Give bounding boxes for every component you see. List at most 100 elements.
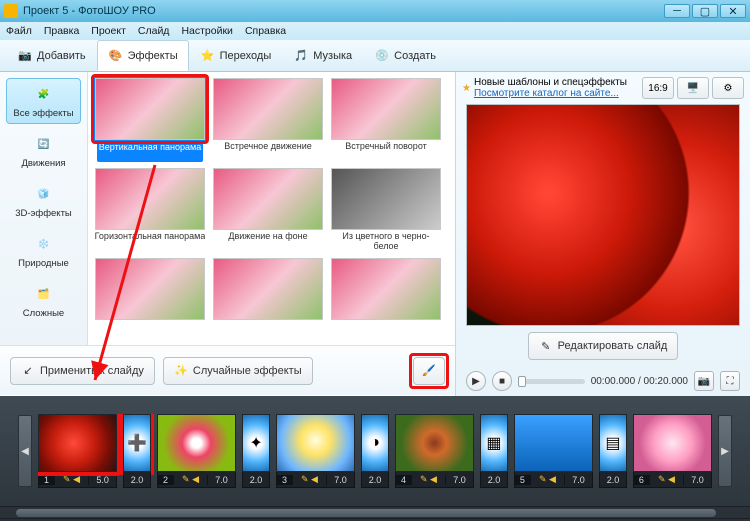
tab-create[interactable]: 💿Создать bbox=[363, 40, 447, 71]
edit-slide-label: Редактировать слайд bbox=[558, 340, 668, 352]
apply-to-slide-button[interactable]: ↙Применить к слайду bbox=[10, 357, 155, 385]
brush-button[interactable]: 🖌️ bbox=[413, 357, 445, 385]
play-button[interactable]: ▶ bbox=[466, 371, 486, 391]
effect-caption: Встречное движение bbox=[224, 142, 312, 162]
effect-item-0[interactable]: Вертикальная панорама bbox=[94, 78, 206, 162]
category-nature-label: Природные bbox=[18, 258, 69, 269]
annotation-highlight bbox=[91, 74, 209, 144]
apply-bar: ↙Применить к слайду ✨Случайные эффекты 🖌… bbox=[0, 345, 455, 395]
tab-music-label: Музыка bbox=[313, 50, 352, 62]
gear-icon: ⚙ bbox=[724, 83, 733, 94]
category-motion[interactable]: 🔄Движения bbox=[6, 128, 81, 174]
aspect-label: 16:9 bbox=[648, 83, 667, 94]
menu-slide[interactable]: Слайд bbox=[138, 25, 170, 37]
preview-image bbox=[467, 105, 739, 325]
slide-number: 1 bbox=[39, 475, 55, 485]
timeline-slide-5[interactable]: 5✎ ◀7.0 bbox=[514, 414, 593, 488]
category-3d[interactable]: 🧊3D-эффекты bbox=[6, 178, 81, 224]
effect-item-5[interactable]: Из цветного в черно-белое bbox=[330, 168, 442, 252]
seek-knob[interactable] bbox=[518, 376, 526, 387]
minimize-button[interactable]: ─ bbox=[664, 4, 690, 18]
effect-item-6[interactable] bbox=[94, 258, 206, 342]
main-tab-bar: 📷Добавить 🎨Эффекты ⭐Переходы 🎵Музыка 💿Со… bbox=[0, 40, 750, 72]
timeline-transition-1[interactable]: ➕2.0 bbox=[123, 414, 151, 488]
star-icon: ⭐ bbox=[200, 48, 216, 64]
slide-tools[interactable]: ✎ ◀ bbox=[412, 474, 445, 485]
tab-effects[interactable]: 🎨Эффекты bbox=[97, 40, 189, 71]
preview-viewport[interactable] bbox=[466, 104, 740, 326]
edit-slide-button[interactable]: ✎ Редактировать слайд bbox=[528, 332, 679, 360]
slide-number: 4 bbox=[396, 475, 412, 485]
menu-project[interactable]: Проект bbox=[91, 25, 126, 37]
transition-duration: 2.0 bbox=[480, 472, 508, 488]
snapshot-button[interactable]: 📷 bbox=[694, 371, 714, 391]
arrow-down-icon: ↙ bbox=[21, 364, 35, 378]
category-complex[interactable]: 🗂️Сложные bbox=[6, 278, 81, 324]
seek-bar[interactable] bbox=[518, 379, 585, 384]
transition-duration: 2.0 bbox=[123, 472, 151, 488]
category-nature[interactable]: ❄️Природные bbox=[6, 228, 81, 274]
effect-caption: Вертикальная панорама bbox=[97, 142, 203, 162]
timeline-transition-5[interactable]: ▤2.0 bbox=[599, 414, 627, 488]
transition-duration: 2.0 bbox=[599, 472, 627, 488]
tab-music[interactable]: 🎵Музыка bbox=[282, 40, 363, 71]
monitor-icon: 🖥️ bbox=[687, 83, 699, 94]
fullscreen-button[interactable]: ⛶ bbox=[720, 371, 740, 391]
player-bar: ▶ ■ 00:00.000 / 00:20.000 📷 ⛶ bbox=[456, 366, 750, 396]
timeline-slide-1[interactable]: 1✎ ◀5.0 bbox=[38, 414, 117, 488]
slide-tools[interactable]: ✎ ◀ bbox=[650, 474, 683, 485]
title-bar: Проект 5 - ФотоШОУ PRO ─ ▢ ✕ bbox=[0, 0, 750, 22]
tab-transitions[interactable]: ⭐Переходы bbox=[189, 40, 283, 71]
menu-help[interactable]: Справка bbox=[245, 25, 286, 37]
effect-item-7[interactable] bbox=[212, 258, 324, 342]
effect-item-1[interactable]: Встречное движение bbox=[212, 78, 324, 162]
effect-item-4[interactable]: Движение на фоне bbox=[212, 168, 324, 252]
app-icon bbox=[4, 4, 18, 18]
timeline-prev-button[interactable]: ◀ bbox=[18, 415, 32, 487]
slide-duration: 7.0 bbox=[207, 475, 235, 485]
timeline-slide-3[interactable]: 3✎ ◀7.0 bbox=[276, 414, 355, 488]
menu-bar: Файл Правка Проект Слайд Настройки Справ… bbox=[0, 22, 750, 40]
effect-item-2[interactable]: Встречный поворот bbox=[330, 78, 442, 162]
slide-duration: 7.0 bbox=[445, 475, 473, 485]
effect-item-3[interactable]: Горизонтальная панорама bbox=[94, 168, 206, 252]
tab-add-label: Добавить bbox=[37, 50, 86, 62]
slide-tools[interactable]: ✎ ◀ bbox=[55, 474, 88, 485]
monitor-button[interactable]: 🖥️ bbox=[677, 77, 709, 99]
menu-edit[interactable]: Правка bbox=[44, 25, 79, 37]
tab-add[interactable]: 📷Добавить bbox=[6, 40, 97, 71]
effects-panel: 🧩Все эффекты 🔄Движения 🧊3D-эффекты ❄️При… bbox=[0, 72, 456, 396]
timeline-transition-2[interactable]: ✦2.0 bbox=[242, 414, 270, 488]
timeline-next-button[interactable]: ▶ bbox=[718, 415, 732, 487]
slide-tools[interactable]: ✎ ◀ bbox=[293, 474, 326, 485]
slide-number: 3 bbox=[277, 475, 293, 485]
settings-button[interactable]: ⚙ bbox=[712, 77, 744, 99]
transition-duration: 2.0 bbox=[361, 472, 389, 488]
stop-button[interactable]: ■ bbox=[492, 371, 512, 391]
menu-file[interactable]: Файл bbox=[6, 25, 32, 37]
slide-duration: 7.0 bbox=[683, 475, 711, 485]
timeline-scrollbar[interactable] bbox=[0, 506, 750, 518]
close-button[interactable]: ✕ bbox=[720, 4, 746, 18]
pencil-icon: ✎ bbox=[539, 339, 553, 353]
category-all[interactable]: 🧩Все эффекты bbox=[6, 78, 81, 124]
category-list: 🧩Все эффекты 🔄Движения 🧊3D-эффекты ❄️При… bbox=[0, 72, 88, 345]
timeline-transition-4[interactable]: ▦2.0 bbox=[480, 414, 508, 488]
random-effects-button[interactable]: ✨Случайные эффекты bbox=[163, 357, 313, 385]
scrollbar-thumb[interactable] bbox=[16, 509, 716, 517]
menu-settings[interactable]: Настройки bbox=[181, 25, 233, 37]
timeline-slide-6[interactable]: 6✎ ◀7.0 bbox=[633, 414, 712, 488]
promo-link[interactable]: Посмотрите каталог на сайте... bbox=[474, 88, 619, 99]
slide-tools[interactable]: ✎ ◀ bbox=[174, 474, 207, 485]
category-complex-label: Сложные bbox=[23, 308, 64, 319]
timeline-slide-2[interactable]: 2✎ ◀7.0 bbox=[157, 414, 236, 488]
maximize-button[interactable]: ▢ bbox=[692, 4, 718, 18]
timeline-transition-3[interactable]: ◑2.0 bbox=[361, 414, 389, 488]
aspect-ratio-button[interactable]: 16:9 bbox=[642, 77, 674, 99]
window-title: Проект 5 - ФотоШОУ PRO bbox=[23, 5, 662, 17]
promo-line1: Новые шаблоны и спецэффекты bbox=[474, 77, 639, 88]
effect-item-8[interactable] bbox=[330, 258, 442, 342]
slide-tools[interactable]: ✎ ◀ bbox=[531, 474, 564, 485]
tab-effects-label: Эффекты bbox=[128, 50, 178, 62]
timeline-slide-4[interactable]: 4✎ ◀7.0 bbox=[395, 414, 474, 488]
